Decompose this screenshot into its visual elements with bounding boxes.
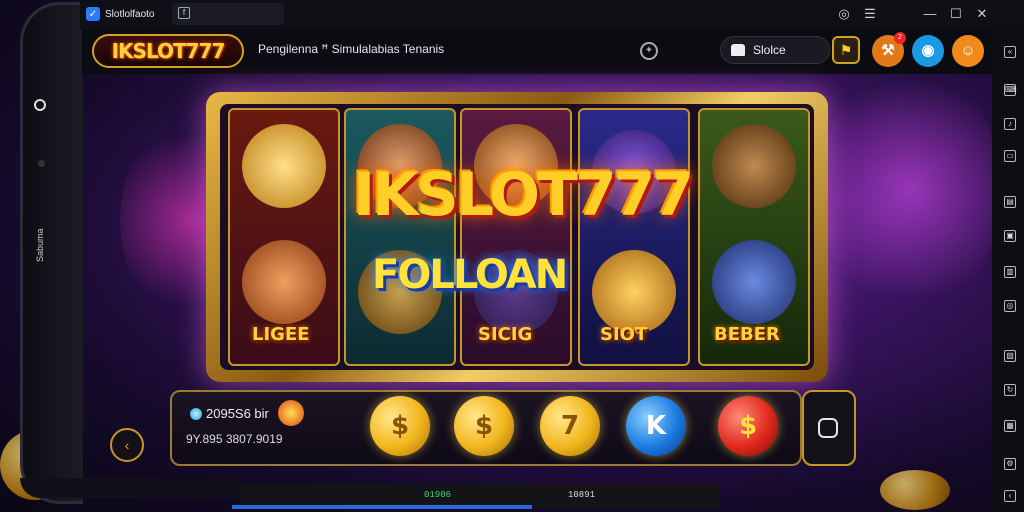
toolbar-folder-icon[interactable]: ▥ [1004,266,1016,278]
tab-icon: f [178,7,190,19]
toolbar-expand-icon[interactable]: « [1004,46,1016,58]
toolbar-apk-icon[interactable]: ▤ [1004,196,1016,208]
reel-label-2: SICIG [478,324,533,345]
coin-seven-button[interactable]: 7 [540,396,600,456]
phone-home-button[interactable] [34,99,46,111]
fire-coin-icon [278,400,304,426]
feature-title: FOLLOAN [372,252,568,298]
coin-dollar-button-2[interactable]: $ [454,396,514,456]
back-button[interactable]: ‹ [110,428,144,462]
close-icon[interactable]: ✕ [974,6,990,22]
maximize-icon[interactable]: ☐ [948,6,964,22]
toolbar-screen-icon[interactable]: ▭ [1004,150,1016,162]
toolbar-camera-icon[interactable]: ▣ [1004,230,1016,242]
gem-icon [190,407,202,420]
toolbar-rotate-icon[interactable]: ↻ [1004,384,1016,396]
balance-value: 2095S6 bir [206,406,269,421]
toolbar-shake-icon[interactable]: ▧ [1004,350,1016,362]
app-tab-label: Slotlolfaoto [105,8,155,20]
coin-red-dollar-button[interactable]: $ [718,396,778,456]
toolbar-keyboard-icon[interactable]: ⌨ [1004,84,1017,96]
reel-label-3: SIOT [600,324,648,345]
golden-bag-symbol [592,250,676,334]
bookmark-button[interactable]: ⚑ [832,36,860,64]
app-tab[interactable]: ✓ Slotlolfaoto [86,3,174,25]
record-icon[interactable]: ◎ [836,6,852,22]
brand-logo[interactable]: IKSLOT777 [92,34,244,68]
status-green-text: 01906 [424,490,452,500]
credit-display: 9Y.895 3807.9019 [186,432,283,446]
minimize-icon[interactable]: — [922,6,938,22]
coin-k-button[interactable]: K [626,396,686,456]
page-title: Pengilenna ꟸ Simulalabias Tenanis [258,42,445,56]
account-button[interactable]: ☺ [952,35,984,67]
reel-label-1: LIGEE [252,324,310,345]
progress-bar [232,505,532,509]
menu-icon[interactable]: ☰ [862,6,878,22]
wolf-symbol [712,240,796,324]
phone-side-label: Sabuma [35,228,45,262]
toolbar-location-icon[interactable]: ◎ [1004,300,1016,312]
background-glow-right [820,60,1000,320]
reel-label-4: BEBER [714,324,780,345]
toolbar-volume-icon[interactable]: ♪ [1004,118,1016,130]
toolbar-settings-icon[interactable]: ⚙ [1004,458,1016,470]
profile-button[interactable]: ◉ [912,35,944,67]
checkbox-icon: ✓ [86,7,100,21]
phone-camera [38,160,45,167]
spin-button[interactable] [818,418,838,438]
user-icon [731,44,745,56]
game-logo: IKSLOT777 [352,160,694,230]
search-pill-button[interactable]: Slolce [720,36,830,64]
toolbar-back-icon[interactable]: ‹ [1004,490,1016,502]
toolbar-macro-icon[interactable]: ▦ [1004,420,1016,432]
status-white-text: 10891 [568,490,596,500]
cowboy-symbol [242,240,326,324]
balance-display: 2095S6 bir [190,406,269,421]
notification-badge: 2 [894,32,906,44]
background-coin [880,470,950,510]
phone-bottom-edge [20,478,240,498]
search-pill-label: Slolce [753,43,786,57]
coin-dollar-button-1[interactable]: $ [370,396,430,456]
gear-icon[interactable]: ✦ [640,42,658,60]
